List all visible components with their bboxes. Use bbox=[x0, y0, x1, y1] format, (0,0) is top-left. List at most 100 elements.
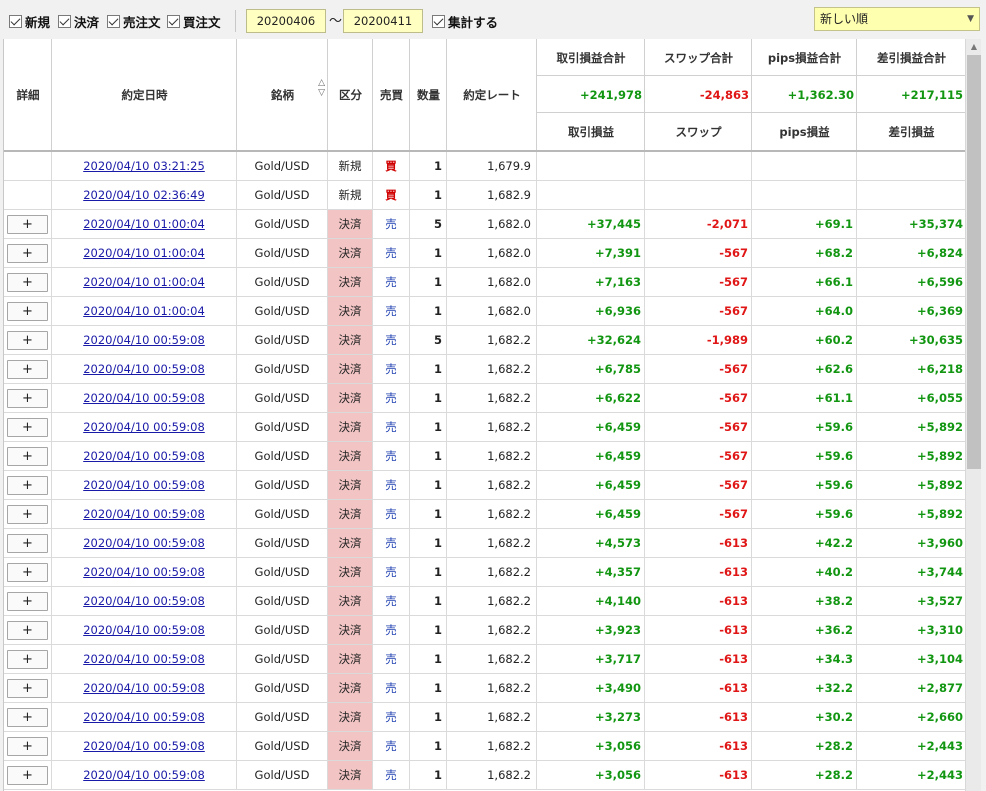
trade-datetime-link[interactable]: 2020/04/10 00:59:08 bbox=[83, 710, 205, 724]
rate-cell: 1,682.2 bbox=[447, 558, 537, 586]
col-header-rate[interactable]: 約定レート bbox=[447, 39, 537, 150]
expand-detail-button[interactable]: + bbox=[7, 504, 48, 524]
expand-detail-button[interactable]: + bbox=[7, 330, 48, 350]
trade-datetime-link[interactable]: 2020/04/10 00:59:08 bbox=[83, 594, 205, 608]
filter-sell-order-checkbox[interactable]: 売注文 bbox=[107, 12, 161, 30]
detail-cell: + bbox=[4, 442, 52, 470]
trade-datetime-link[interactable]: 2020/04/10 00:59:08 bbox=[83, 507, 205, 521]
trade-datetime-link[interactable]: 2020/04/10 00:59:08 bbox=[83, 623, 205, 637]
trade-datetime-link[interactable]: 2020/04/10 01:00:04 bbox=[83, 246, 205, 260]
trade-datetime-link[interactable]: 2020/04/10 00:59:08 bbox=[83, 652, 205, 666]
expand-detail-button[interactable]: + bbox=[7, 272, 48, 292]
trade-datetime-link[interactable]: 2020/04/10 00:59:08 bbox=[83, 391, 205, 405]
col-header-net[interactable]: 差引損益 bbox=[857, 113, 965, 150]
sort-toggle-icon[interactable]: △ ▽ bbox=[318, 78, 325, 98]
expand-detail-button[interactable]: + bbox=[7, 301, 48, 321]
trade-history-table: 詳細 約定日時 銘柄 △ ▽ 区分 売買 数量 約定レート 取引損益合計 スワップ… bbox=[3, 39, 965, 791]
trade-datetime-link[interactable]: 2020/04/10 01:00:04 bbox=[83, 304, 205, 318]
detail-cell bbox=[4, 152, 52, 180]
vertical-scrollbar[interactable]: ▲ bbox=[965, 39, 981, 791]
qty-cell: 1 bbox=[410, 442, 447, 470]
expand-detail-button[interactable]: + bbox=[7, 388, 48, 408]
expand-detail-button[interactable]: + bbox=[7, 417, 48, 437]
datetime-cell: 2020/04/10 01:00:04 bbox=[52, 297, 237, 325]
trade-datetime-link[interactable]: 2020/04/10 00:59:08 bbox=[83, 681, 205, 695]
expand-detail-button[interactable]: + bbox=[7, 707, 48, 727]
table-row: +2020/04/10 01:00:04 Gold/USD 決済売 1 1,682.0 +… bbox=[4, 239, 965, 268]
detail-cell: + bbox=[4, 384, 52, 412]
trade-datetime-link[interactable]: 2020/04/10 00:59:08 bbox=[83, 362, 205, 376]
table-row: +2020/04/10 01:00:04 Gold/USD 決済売 1 1,682.0 +… bbox=[4, 268, 965, 297]
sort-order-select[interactable]: 新しい順 ▼ bbox=[814, 7, 980, 31]
side-cell: 売 bbox=[373, 355, 410, 383]
pl-cell: +4,357 bbox=[537, 558, 645, 586]
col-header-pl[interactable]: 取引損益 bbox=[537, 113, 645, 150]
col-header-kind[interactable]: 区分 bbox=[328, 39, 373, 150]
pips-cell: +40.2 bbox=[752, 558, 857, 586]
net-cell: +3,310 bbox=[916, 623, 963, 637]
col-header-datetime[interactable]: 約定日時 bbox=[52, 39, 237, 150]
trade-datetime-link[interactable]: 2020/04/10 00:59:08 bbox=[83, 739, 205, 753]
trade-datetime-link[interactable]: 2020/04/10 02:36:49 bbox=[83, 188, 205, 202]
datetime-cell: 2020/04/10 02:36:49 bbox=[52, 181, 237, 209]
expand-detail-button[interactable]: + bbox=[7, 359, 48, 379]
col-header-qty[interactable]: 数量 bbox=[410, 39, 447, 150]
expand-detail-button[interactable]: + bbox=[7, 562, 48, 582]
net-cell: +3,104 bbox=[916, 652, 963, 666]
net-cell: +6,218 bbox=[916, 362, 963, 376]
date-from-input[interactable]: 20200406 bbox=[246, 9, 326, 33]
datetime-cell: 2020/04/10 00:59:08 bbox=[52, 645, 237, 673]
date-to-input[interactable]: 20200411 bbox=[343, 9, 423, 33]
expand-detail-button[interactable]: + bbox=[7, 736, 48, 756]
trade-datetime-link[interactable]: 2020/04/10 00:59:08 bbox=[83, 768, 205, 782]
expand-detail-button[interactable]: + bbox=[7, 591, 48, 611]
filter-buy-order-checkbox[interactable]: 買注文 bbox=[167, 12, 221, 30]
swap-cell: -567 bbox=[645, 384, 752, 412]
qty-cell: 1 bbox=[410, 674, 447, 702]
expand-detail-button[interactable]: + bbox=[7, 533, 48, 553]
kind-cell: 決済 bbox=[328, 326, 373, 354]
pl-cell: +3,490 bbox=[537, 674, 645, 702]
trade-datetime-link[interactable]: 2020/04/10 00:59:08 bbox=[83, 333, 205, 347]
net-cell: +5,892 bbox=[916, 449, 963, 463]
col-header-symbol[interactable]: 銘柄 △ ▽ bbox=[237, 39, 328, 150]
pl-cell: +7,391 bbox=[537, 239, 645, 267]
expand-detail-button[interactable]: + bbox=[7, 214, 48, 234]
aggregate-checkbox[interactable]: 集計する bbox=[432, 12, 498, 30]
datetime-cell: 2020/04/10 01:00:04 bbox=[52, 268, 237, 296]
detail-cell: + bbox=[4, 587, 52, 615]
expand-detail-button[interactable]: + bbox=[7, 620, 48, 640]
trade-datetime-link[interactable]: 2020/04/10 00:59:08 bbox=[83, 565, 205, 579]
kind-cell: 新規 bbox=[328, 152, 373, 180]
expand-detail-button[interactable]: + bbox=[7, 649, 48, 669]
col-header-swap[interactable]: スワップ bbox=[645, 113, 752, 150]
side-cell: 売 bbox=[373, 500, 410, 528]
net-cell: +5,892 bbox=[916, 478, 963, 492]
pl-cell: +6,459 bbox=[537, 471, 645, 499]
filter-settle-checkbox[interactable]: 決済 bbox=[58, 12, 99, 30]
side-cell: 売 bbox=[373, 645, 410, 673]
filter-new-checkbox[interactable]: 新規 bbox=[9, 12, 50, 30]
expand-detail-button[interactable]: + bbox=[7, 678, 48, 698]
trade-datetime-link[interactable]: 2020/04/10 00:59:08 bbox=[83, 478, 205, 492]
kind-cell: 決済 bbox=[328, 674, 373, 702]
expand-detail-button[interactable]: + bbox=[7, 446, 48, 466]
expand-detail-button[interactable]: + bbox=[7, 475, 48, 495]
col-header-pips[interactable]: pips損益 bbox=[752, 113, 857, 150]
table-row: +2020/04/10 00:59:08 Gold/USD 決済売 1 1,682.2 +… bbox=[4, 413, 965, 442]
pl-cell: +3,056 bbox=[537, 761, 645, 789]
scroll-up-arrow-icon[interactable]: ▲ bbox=[966, 39, 982, 55]
trade-datetime-link[interactable]: 2020/04/10 01:00:04 bbox=[83, 275, 205, 289]
scroll-thumb[interactable] bbox=[967, 55, 981, 469]
trade-datetime-link[interactable]: 2020/04/10 00:59:08 bbox=[83, 536, 205, 550]
expand-detail-button[interactable]: + bbox=[7, 765, 48, 785]
expand-detail-button[interactable]: + bbox=[7, 243, 48, 263]
trade-datetime-link[interactable]: 2020/04/10 01:00:04 bbox=[83, 217, 205, 231]
kind-cell: 決済 bbox=[328, 210, 373, 238]
net-cell: +30,635 bbox=[908, 333, 963, 347]
symbol-cell: Gold/USD bbox=[237, 355, 328, 383]
trade-datetime-link[interactable]: 2020/04/10 00:59:08 bbox=[83, 420, 205, 434]
trade-datetime-link[interactable]: 2020/04/10 03:21:25 bbox=[83, 159, 205, 173]
trade-datetime-link[interactable]: 2020/04/10 00:59:08 bbox=[83, 449, 205, 463]
col-header-side[interactable]: 売買 bbox=[373, 39, 410, 150]
